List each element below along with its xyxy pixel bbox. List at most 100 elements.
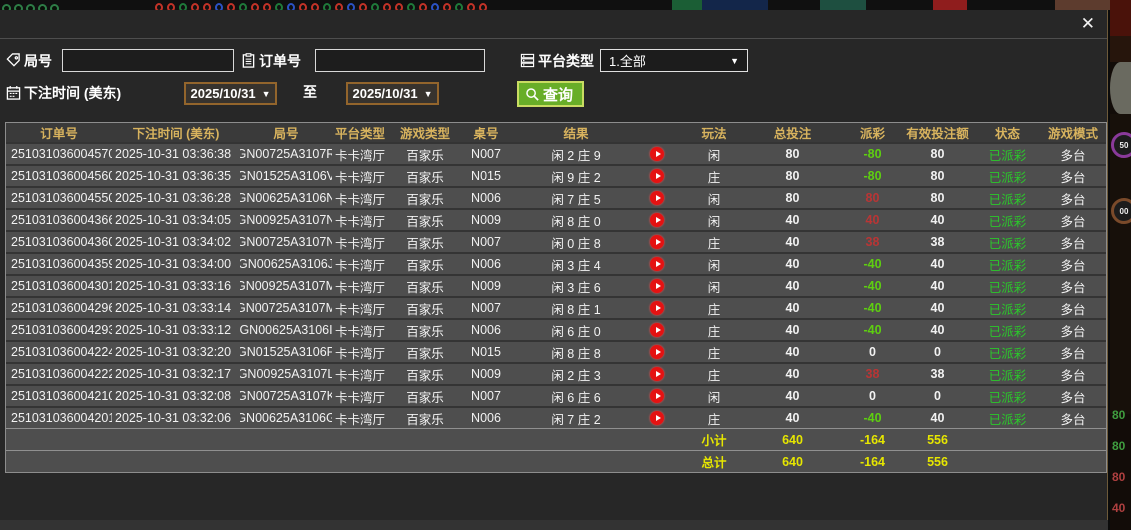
chevron-down-icon: ▼ bbox=[730, 55, 739, 66]
cell-status: 已派彩 bbox=[988, 412, 1027, 427]
background-block-red bbox=[933, 0, 967, 10]
play-video-icon[interactable] bbox=[650, 279, 664, 293]
total-valid: 556 bbox=[927, 454, 948, 469]
cell-round-no: GN00925A3107L bbox=[240, 367, 332, 381]
play-video-icon[interactable] bbox=[650, 323, 664, 337]
modal-title-bar: ✕ bbox=[0, 10, 1107, 39]
play-video-icon[interactable] bbox=[650, 301, 664, 315]
cell-result: 闲 7 庄 2 bbox=[510, 408, 688, 428]
query-button-label: 查询 bbox=[543, 86, 574, 104]
cell-play-type: 闲 bbox=[707, 258, 721, 273]
cell-status: 已派彩 bbox=[988, 280, 1027, 295]
cell-bet-time: 2025-10-31 03:34:02 bbox=[115, 235, 232, 249]
cell-platform: 卡卡湾厅 bbox=[334, 236, 385, 251]
cell-status: 已派彩 bbox=[988, 170, 1027, 185]
cell-game-type: 百家乐 bbox=[406, 412, 444, 427]
road-bead bbox=[419, 2, 427, 10]
cell-platform: 卡卡湾厅 bbox=[334, 192, 385, 207]
road-bead bbox=[287, 2, 295, 10]
cell-platform: 卡卡湾厅 bbox=[334, 280, 385, 295]
close-icon[interactable]: ✕ bbox=[1081, 14, 1095, 34]
road-bead bbox=[455, 2, 463, 10]
order-no-input[interactable] bbox=[315, 49, 485, 72]
brown-chip: 00 bbox=[1111, 198, 1131, 224]
cell-game-mode: 多台 bbox=[1060, 214, 1086, 229]
cell-table-no: N007 bbox=[471, 301, 501, 315]
background-side-numbers: 8080804038 bbox=[1112, 408, 1131, 530]
cell-game-mode: 多台 bbox=[1060, 390, 1086, 405]
cell-table-no: N007 bbox=[471, 389, 501, 403]
cell-payout: 0 bbox=[869, 389, 876, 403]
play-video-icon[interactable] bbox=[650, 191, 664, 205]
cell-round-no: GN00725A3107K bbox=[240, 389, 332, 403]
cell-result: 闲 6 庄 0 bbox=[510, 320, 688, 340]
result-text: 闲 0 庄 8 bbox=[551, 236, 601, 251]
play-video-icon[interactable] bbox=[650, 213, 664, 227]
date-from-picker[interactable]: 2025/10/31 ▼ bbox=[184, 82, 277, 105]
play-video-icon[interactable] bbox=[650, 257, 664, 271]
total-bet: 640 bbox=[782, 454, 803, 469]
road-bead bbox=[359, 2, 367, 10]
road-bead bbox=[155, 2, 163, 10]
cell-platform: 卡卡湾厅 bbox=[334, 346, 385, 361]
cell-bet-time: 2025-10-31 03:32:08 bbox=[115, 389, 232, 403]
cell-round-no: GN00625A3106I bbox=[240, 323, 332, 337]
cell-bet-time: 2025-10-31 03:33:16 bbox=[115, 279, 232, 293]
cell-bet-time: 2025-10-31 03:36:35 bbox=[115, 169, 232, 183]
header-result: 结果 bbox=[563, 127, 589, 141]
road-bead bbox=[467, 2, 475, 10]
cell-round-no: GN00925A3107M bbox=[240, 279, 332, 293]
table-row: 251031036004560 2025-10-31 03:36:35 GN01… bbox=[6, 164, 1106, 186]
cell-game-mode: 多台 bbox=[1060, 412, 1086, 427]
clipboard-icon bbox=[241, 53, 256, 68]
cell-total-bet: 40 bbox=[785, 213, 800, 227]
round-no-input[interactable] bbox=[62, 49, 234, 72]
play-video-icon[interactable] bbox=[650, 169, 664, 183]
table-row: 251031036004550 2025-10-31 03:36:28 GN00… bbox=[6, 186, 1106, 208]
cell-play-type: 庄 bbox=[707, 368, 721, 383]
cell-status: 已派彩 bbox=[988, 368, 1027, 383]
cell-order-id: 251031036004296 bbox=[11, 301, 112, 315]
road-bead bbox=[191, 2, 199, 10]
table-row: 251031036004570 2025-10-31 03:36:38 GN00… bbox=[6, 142, 1106, 164]
cell-play-type: 闲 bbox=[707, 390, 721, 405]
header-round-no: 局号 bbox=[273, 127, 299, 141]
date-to-picker[interactable]: 2025/10/31 ▼ bbox=[346, 82, 439, 105]
cell-play-type: 庄 bbox=[707, 236, 721, 251]
play-video-icon[interactable] bbox=[650, 389, 664, 403]
platform-type-label: 平台类型 bbox=[538, 53, 594, 69]
platform-type-select[interactable]: 1.全部 ▼ bbox=[600, 49, 748, 72]
table-header-row: 订单号 下注时间 (美东) 局号 平台类型 游戏类型 桌号 结果 玩法 总投注 … bbox=[6, 122, 1106, 142]
play-video-icon[interactable] bbox=[650, 411, 664, 425]
date-from-value: 2025/10/31 bbox=[190, 86, 256, 101]
cell-game-type: 百家乐 bbox=[406, 148, 444, 163]
cell-status: 已派彩 bbox=[988, 302, 1027, 317]
cell-result: 闲 3 庄 6 bbox=[510, 276, 688, 296]
screen: { "modal": { "close_glyph": "✕" }, "icon… bbox=[0, 0, 1131, 530]
result-text: 闲 3 庄 4 bbox=[551, 258, 601, 273]
cell-payout: 38 bbox=[865, 235, 880, 249]
query-button[interactable]: 查询 bbox=[517, 81, 585, 107]
play-video-icon[interactable] bbox=[650, 367, 664, 381]
cell-game-type: 百家乐 bbox=[406, 192, 444, 207]
road-bead bbox=[251, 2, 259, 10]
cell-play-type: 庄 bbox=[707, 302, 721, 317]
cell-bet-time: 2025-10-31 03:34:05 bbox=[115, 213, 232, 227]
header-game-mode: 游戏模式 bbox=[1047, 127, 1098, 141]
road-bead bbox=[323, 2, 331, 10]
header-platform: 平台类型 bbox=[334, 127, 385, 141]
play-video-icon[interactable] bbox=[650, 235, 664, 249]
total-row: 总计 640 -164 556 bbox=[6, 450, 1106, 472]
cell-status: 已派彩 bbox=[988, 346, 1027, 361]
cell-result: 闲 6 庄 6 bbox=[510, 386, 688, 406]
play-video-icon[interactable] bbox=[650, 345, 664, 359]
background-red-banner bbox=[1110, 0, 1131, 36]
cell-result: 闲 8 庄 1 bbox=[510, 298, 688, 318]
play-video-icon[interactable] bbox=[650, 147, 664, 161]
cell-game-mode: 多台 bbox=[1060, 346, 1086, 361]
cell-platform: 卡卡湾厅 bbox=[334, 390, 385, 405]
road-bead bbox=[167, 2, 175, 10]
cell-bet-time: 2025-10-31 03:32:06 bbox=[115, 411, 232, 425]
cell-bet-time: 2025-10-31 03:33:12 bbox=[115, 323, 232, 337]
cell-bet-time: 2025-10-31 03:36:38 bbox=[115, 147, 232, 161]
